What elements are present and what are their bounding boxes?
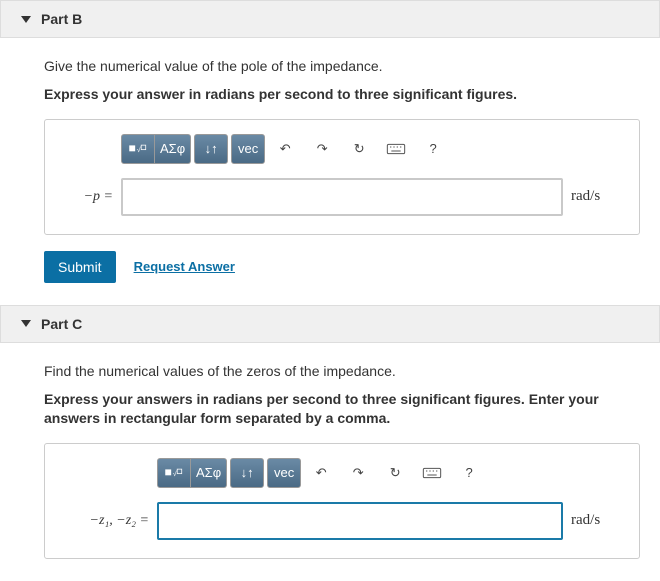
subsuper-button[interactable]: ↓↑ [194,134,228,164]
keyboard-button[interactable] [379,134,413,164]
part-title: Part C [41,316,82,332]
part-body-c: Find the numerical values of the zeros o… [0,343,660,581]
template-button[interactable]: √ [121,134,155,164]
answer-unit: rad/s [571,512,621,529]
caret-down-icon [21,320,31,327]
subsuper-label: ↓↑ [241,465,254,480]
answer-unit: rad/s [571,188,621,205]
reset-button[interactable]: ↻ [342,134,376,164]
part-header-c[interactable]: Part C [0,305,660,343]
part-body-b: Give the numerical value of the pole of … [0,38,660,305]
subsuper-label: ↓↑ [205,141,218,156]
undo-button[interactable]: ↶ [268,134,302,164]
prompt-text: Find the numerical values of the zeros o… [44,361,640,382]
redo-button[interactable]: ↷ [305,134,339,164]
vector-button[interactable]: vec [231,134,265,164]
caret-down-icon [21,16,31,23]
reset-icon: ↻ [354,141,365,157]
redo-button[interactable]: ↷ [341,458,375,488]
redo-icon: ↷ [317,141,328,157]
instruction-text: Express your answer in radians per secon… [44,85,640,105]
vector-label: vec [238,141,258,156]
redo-icon: ↷ [353,465,364,481]
submit-button[interactable]: Submit [44,251,116,283]
answer-box: √ ΑΣφ ↓↑ vec ↶ ↷ ↻ ? −z₁, −z₂ = rad/s [44,443,640,559]
svg-text:√: √ [173,470,177,478]
greek-label: ΑΣφ [196,465,221,480]
answer-input[interactable] [157,502,563,540]
answer-box: √ ΑΣφ ↓↑ vec ↶ ↷ ↻ ? −p = rad/s [44,119,640,235]
undo-icon: ↶ [280,141,291,157]
keyboard-button[interactable] [415,458,449,488]
help-button[interactable]: ? [452,458,486,488]
subsuper-button[interactable]: ↓↑ [230,458,264,488]
answer-lhs: −z₁, −z₂ = [63,513,149,529]
reset-button[interactable]: ↻ [378,458,412,488]
request-answer-link[interactable]: Request Answer [134,259,235,274]
answer-input[interactable] [121,178,563,216]
part-title: Part B [41,11,82,27]
help-button[interactable]: ? [416,134,450,164]
vector-button[interactable]: vec [267,458,301,488]
template-button[interactable]: √ [157,458,191,488]
vector-label: vec [274,465,294,480]
help-icon: ? [430,141,437,156]
part-header-b[interactable]: Part B [0,0,660,38]
svg-text:√: √ [137,146,141,154]
greek-label: ΑΣφ [160,141,185,156]
prompt-text: Give the numerical value of the pole of … [44,56,640,77]
reset-icon: ↻ [390,465,401,481]
greek-button[interactable]: ΑΣφ [155,134,191,164]
undo-icon: ↶ [316,465,327,481]
help-icon: ? [466,465,473,480]
undo-button[interactable]: ↶ [304,458,338,488]
instruction-text: Express your answers in radians per seco… [44,390,640,429]
greek-button[interactable]: ΑΣφ [191,458,227,488]
answer-lhs: −p = [63,189,113,205]
